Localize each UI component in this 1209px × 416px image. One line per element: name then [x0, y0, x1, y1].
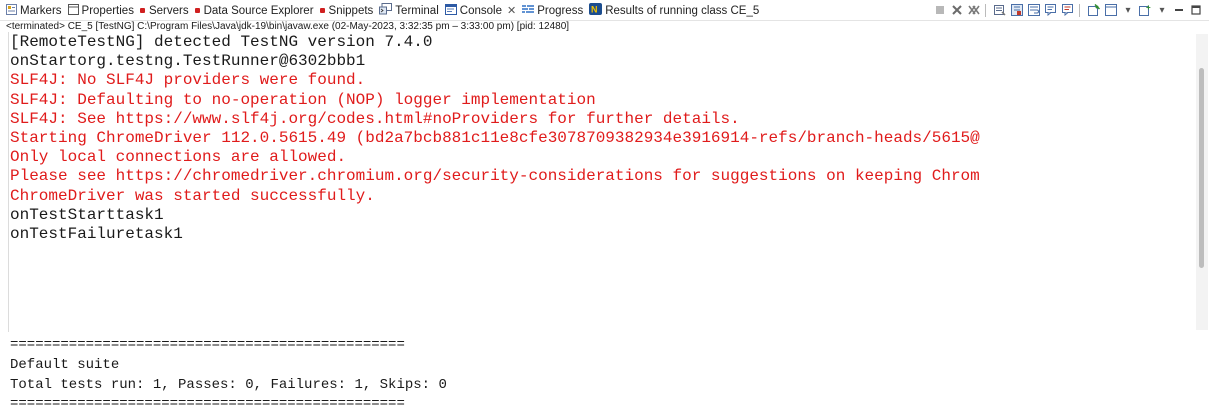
tab-label: Console	[459, 4, 502, 17]
results-line: ========================================…	[10, 396, 405, 413]
console-error-line: SLF4J: See https://www.slf4j.org/codes.h…	[10, 109, 740, 128]
svg-text:+: +	[1146, 4, 1151, 12]
open-console-icon[interactable]: +	[1138, 3, 1152, 17]
tab-label: Terminal	[395, 4, 439, 17]
tab-data-source-explorer[interactable]: Data Source Explorer	[194, 3, 314, 18]
test-results-summary: ========================================…	[10, 336, 447, 415]
svg-text:N: N	[591, 5, 598, 15]
console-view: Markers Properties Servers Data Source E…	[0, 0, 1209, 332]
tab-terminal[interactable]: Terminal	[379, 3, 439, 18]
tab-label: Markers	[20, 4, 62, 17]
toolbar-separator	[985, 3, 986, 17]
console-output[interactable]: [RemoteTestNG] detected TestNG version 7…	[10, 33, 1195, 332]
console-border	[8, 32, 9, 332]
toolbar-separator	[1079, 3, 1080, 17]
remove-all-terminated-icon[interactable]	[967, 3, 981, 17]
console-error-line: SLF4J: Defaulting to no-operation (NOP) …	[10, 90, 596, 109]
console-error-line: Please see https://chromedriver.chromium…	[10, 167, 980, 186]
tab-label: Servers	[148, 4, 189, 17]
servers-icon	[139, 8, 145, 13]
results-line: Total tests run: 1, Passes: 0, Failures:…	[10, 376, 447, 393]
console-toolbar: ▾ + ▾	[930, 3, 1203, 17]
results-line: ========================================…	[10, 337, 405, 353]
vertical-scrollbar[interactable]	[1196, 34, 1208, 330]
console-output-line: [RemoteTestNG] detected TestNG version 7…	[10, 33, 433, 51]
tab-label: Properties	[81, 4, 134, 17]
minimize-icon[interactable]	[1172, 3, 1186, 17]
tab-snippets[interactable]: Snippets	[319, 3, 374, 18]
tab-properties[interactable]: Properties	[67, 3, 134, 18]
display-selected-console-icon[interactable]	[1104, 3, 1118, 17]
progress-icon	[522, 4, 535, 17]
chevron-down-icon[interactable]: ▾	[1155, 3, 1169, 17]
clear-console-icon[interactable]	[993, 3, 1007, 17]
maximize-icon[interactable]	[1189, 3, 1203, 17]
data-source-icon	[194, 8, 200, 13]
console-output-line: onTestStarttask1	[10, 205, 164, 224]
tab-servers[interactable]: Servers	[139, 3, 189, 18]
pin-console-icon[interactable]	[1087, 3, 1101, 17]
testng-icon: N	[589, 3, 603, 18]
tab-label: Snippets	[328, 4, 374, 17]
markers-icon	[6, 3, 17, 18]
tab-progress[interactable]: Progress	[522, 3, 583, 18]
tab-label: Results of running class CE_5	[605, 4, 760, 17]
console-error-line: Only local connections are allowed.	[10, 148, 347, 167]
console-output-line: onTestFailuretask1	[10, 224, 183, 243]
properties-icon	[67, 3, 79, 18]
tab-markers[interactable]: Markers	[6, 3, 62, 18]
terminal-icon	[379, 3, 393, 18]
console-error-line: Starting ChromeDriver 112.0.5615.49 (bd2…	[10, 128, 980, 147]
console-icon	[444, 3, 457, 18]
tab-console[interactable]: Console ✕	[444, 3, 517, 18]
view-tabs: Markers Properties Servers Data Source E…	[6, 3, 765, 18]
remove-launch-icon[interactable]	[950, 3, 964, 17]
show-console-error-icon[interactable]	[1061, 3, 1075, 17]
word-wrap-icon[interactable]	[1027, 3, 1041, 17]
console-error-line: ChromeDriver was started successfully.	[10, 186, 375, 205]
results-line: Default suite	[10, 356, 120, 373]
scrollbar-thumb[interactable]	[1199, 68, 1204, 268]
snippets-icon	[319, 8, 325, 13]
view-tab-bar: Markers Properties Servers Data Source E…	[0, 0, 1209, 21]
terminate-icon[interactable]	[933, 3, 947, 17]
console-output-line: onStartorg.testng.TestRunner@6302bbb1	[10, 52, 366, 71]
process-status: <terminated> CE_5 [TestNG] C:\Program Fi…	[6, 21, 570, 32]
tab-label: Data Source Explorer	[203, 4, 314, 17]
tab-label: Progress	[537, 4, 584, 17]
tab-results[interactable]: N Results of running class CE_5	[589, 3, 759, 18]
close-icon[interactable]: ✕	[507, 4, 516, 17]
console-error-line: SLF4J: No SLF4J providers were found.	[10, 71, 366, 90]
scroll-lock-icon[interactable]	[1010, 3, 1024, 17]
show-console-output-icon[interactable]	[1044, 3, 1058, 17]
chevron-down-icon[interactable]: ▾	[1121, 3, 1135, 17]
